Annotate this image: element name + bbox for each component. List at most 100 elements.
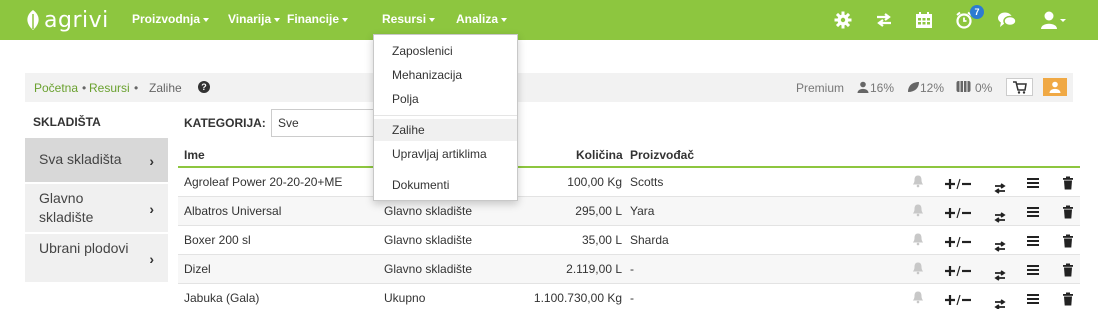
menu-item-fields[interactable]: Polja — [374, 88, 517, 110]
cart-icon — [1013, 81, 1027, 94]
breadcrumb-separator: • — [82, 81, 87, 95]
sidebar-item-harvested-fruits[interactable]: Ubrani plodovi › — [25, 234, 168, 282]
table-row[interactable]: Albatros Universal Glavno skladište 295,00… — [178, 197, 1080, 226]
category-label: KATEGORIJA: — [184, 116, 266, 130]
caret-down-icon — [342, 17, 349, 22]
breadcrumb-separator: • — [134, 81, 139, 95]
caret-down-icon — [274, 17, 281, 22]
plus-minus-icon[interactable] — [944, 177, 972, 191]
column-header-manufacturer[interactable]: Proizvođač — [630, 148, 694, 162]
user-icon — [857, 81, 869, 93]
sidebar-title: SKLADIŠTA — [33, 115, 101, 129]
list-icon[interactable] — [1026, 263, 1040, 277]
sidebar-item-all-warehouses[interactable]: Sva skladišta › — [25, 138, 168, 182]
table-header: Ime Količina Proizvođač — [178, 141, 1080, 168]
table-row[interactable]: Agroleaf Power 20-20-20+ME 100,00 Kg Scott… — [178, 168, 1080, 197]
item-manufacturer: Yara — [630, 204, 655, 218]
sidebar-item-main-warehouse[interactable]: Glavno skladište › — [25, 184, 168, 232]
gear-icon[interactable] — [833, 10, 853, 30]
item-name[interactable]: Dizel — [184, 262, 211, 276]
bell-icon[interactable] — [911, 232, 925, 246]
trash-icon[interactable] — [1061, 205, 1075, 219]
transfer-icon[interactable] — [993, 210, 1007, 224]
trash-icon[interactable] — [1061, 234, 1075, 248]
chat-icon[interactable] — [997, 10, 1017, 30]
user-icon — [1049, 81, 1061, 93]
trash-icon[interactable] — [1061, 263, 1075, 277]
storage-usage: 0% — [975, 81, 993, 95]
caret-down-icon — [501, 17, 508, 22]
plus-minus-icon[interactable] — [944, 293, 972, 307]
menu-divider — [374, 115, 517, 116]
nav-vinarija[interactable]: Vinarija — [228, 0, 281, 40]
category-select[interactable]: Sve — [271, 109, 381, 137]
bell-icon[interactable] — [911, 203, 925, 217]
users-usage: 16% — [870, 81, 895, 95]
plus-minus-icon[interactable] — [944, 206, 972, 220]
bell-icon[interactable] — [911, 261, 925, 275]
item-quantity: 35,00 L — [581, 233, 622, 247]
item-warehouse: Ukupno — [384, 291, 426, 305]
list-icon[interactable] — [1026, 292, 1040, 306]
table-row[interactable]: Dizel Glavno skladište 2.119,00 L- — [178, 255, 1080, 284]
brand-name: agrivi — [44, 7, 109, 33]
nav-financije[interactable]: Financije — [287, 0, 349, 40]
menu-item-documents[interactable]: Dokumenti — [374, 174, 517, 196]
cart-button[interactable] — [1006, 78, 1033, 96]
menu-item-machinery[interactable]: Mehanizacija — [374, 64, 517, 86]
list-icon[interactable] — [1026, 176, 1040, 190]
item-manufacturer: - — [630, 262, 634, 276]
item-name[interactable]: Agroleaf Power 20-20-20+ME — [184, 175, 342, 189]
breadcrumb-resursi[interactable]: Resursi — [89, 81, 130, 95]
list-icon[interactable] — [1026, 234, 1040, 248]
storage-icon — [956, 81, 971, 92]
nav-proizvodnja[interactable]: Proizvodnja — [132, 0, 210, 40]
list-icon[interactable] — [1026, 205, 1040, 219]
transfer-icon[interactable] — [993, 239, 1007, 253]
item-manufacturer: - — [630, 291, 634, 305]
notification-badge: 7 — [970, 5, 984, 19]
chevron-right-icon: › — [149, 251, 154, 267]
breadcrumb-home[interactable]: Početna — [34, 81, 78, 95]
menu-item-inventory[interactable]: Zalihe — [374, 119, 517, 141]
chevron-right-icon: › — [149, 201, 154, 217]
transfer-icon[interactable] — [993, 268, 1007, 282]
item-manufacturer: Sharda — [630, 233, 669, 247]
item-name[interactable]: Boxer 200 sl — [184, 233, 251, 247]
plus-minus-icon[interactable] — [944, 264, 972, 278]
trash-icon[interactable] — [1061, 292, 1075, 306]
breadcrumb-current: Zalihe — [149, 81, 182, 95]
caret-down-icon — [203, 17, 210, 22]
menu-item-manage-items[interactable]: Upravljaj artiklima — [374, 143, 517, 165]
item-quantity: 1.100.730,00 Kg — [533, 291, 622, 305]
transfer-icon[interactable] — [993, 181, 1007, 195]
transfer-icon[interactable] — [874, 10, 894, 30]
item-name[interactable]: Jabuka (Gala) — [184, 291, 259, 305]
plus-minus-icon[interactable] — [944, 235, 972, 249]
column-header-quantity[interactable]: Količina — [576, 148, 623, 162]
caret-down-icon — [429, 17, 436, 22]
user-menu-icon[interactable] — [1040, 10, 1066, 30]
calendar-icon[interactable] — [914, 10, 934, 30]
column-header-name[interactable]: Ime — [184, 148, 205, 162]
table-row[interactable]: Boxer 200 sl Glavno skladište 35,00 L Shard… — [178, 226, 1080, 255]
area-usage: 12% — [920, 81, 945, 95]
transfer-icon[interactable] — [993, 297, 1007, 309]
plan-label: Premium — [796, 81, 845, 95]
item-manufacturer: Scotts — [630, 175, 664, 189]
table-row[interactable]: Jabuka (Gala) Ukupno 1.100.730,00 Kg - — [178, 284, 1080, 309]
item-quantity: 295,00 L — [575, 204, 622, 218]
menu-item-employees[interactable]: Zaposlenici — [374, 40, 517, 62]
top-navbar: agrivi Proizvodnja Vinarija Financije Re… — [0, 0, 1098, 40]
help-icon[interactable]: ? — [198, 81, 210, 93]
bell-icon[interactable] — [911, 290, 925, 304]
profile-button[interactable] — [1043, 78, 1067, 96]
item-name[interactable]: Albatros Universal — [184, 204, 281, 218]
leaf-icon — [27, 10, 39, 30]
brand-logo[interactable]: agrivi — [24, 6, 109, 34]
resursi-dropdown-menu: Zaposlenici Mehanizacija Polja Zalihe Up… — [373, 34, 518, 201]
trash-icon[interactable] — [1061, 176, 1075, 190]
leaf-icon — [908, 82, 919, 92]
bell-icon[interactable] — [911, 174, 925, 188]
chevron-right-icon: › — [149, 153, 154, 169]
